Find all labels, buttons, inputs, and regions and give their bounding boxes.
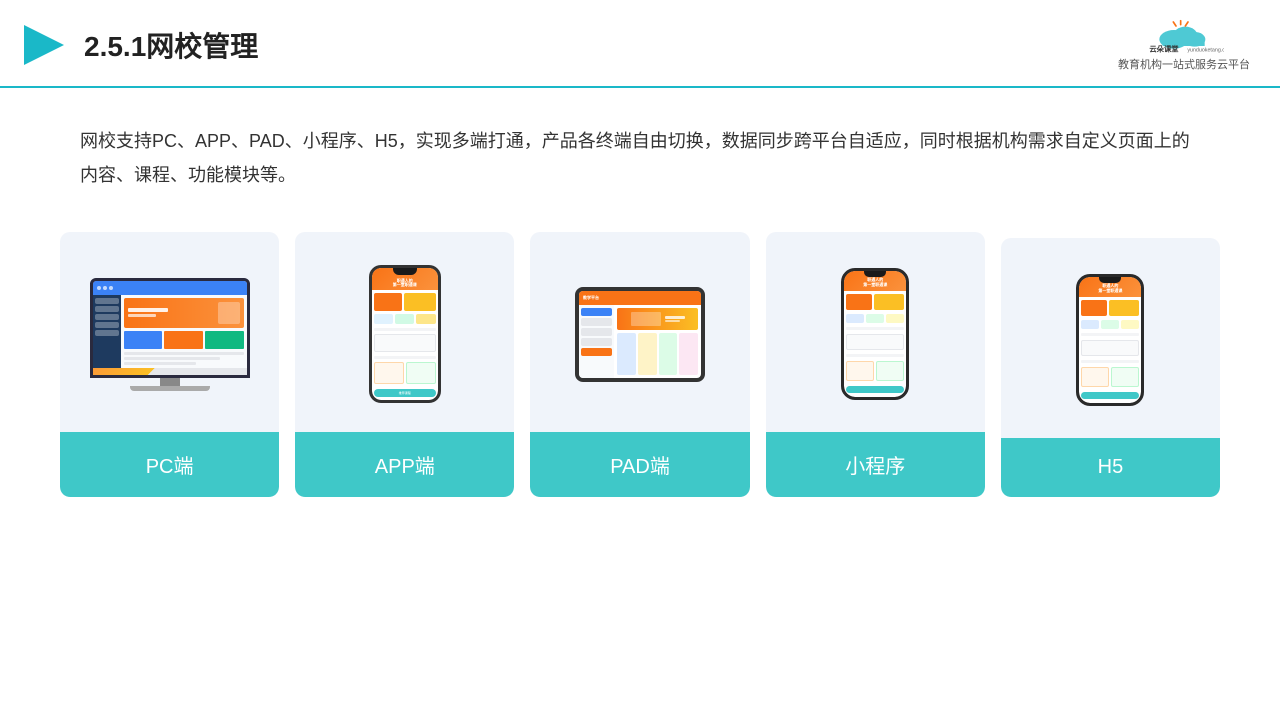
pc-image-area xyxy=(60,232,279,432)
phone-notch xyxy=(393,268,417,275)
device-cards-container: PC端 职通人的第一堂职通课 xyxy=(0,212,1280,527)
mini-phone-outer-2: 职通人的第一堂职通课 xyxy=(1076,274,1144,406)
miniprogram-label: 小程序 xyxy=(766,432,985,497)
play-icon xyxy=(20,21,68,69)
app-phone-mockup: 职通人的第一堂职通课 xyxy=(369,265,441,403)
device-card-pc: PC端 xyxy=(60,232,279,497)
logo-area: 云朵课堂 yunduoketang.com 教育机构一站式服务云平台 xyxy=(1118,18,1250,72)
mini-phone-outer-1: 职通人的第一堂职通课 xyxy=(841,268,909,400)
pad-image-area: 教学平台 xyxy=(530,232,749,432)
logo-subtitle: 教育机构一站式服务云平台 xyxy=(1118,56,1250,72)
app-image-area: 职通人的第一堂职通课 xyxy=(295,232,514,432)
h5-image-area: 职通人的第一堂职通课 xyxy=(1001,238,1220,438)
description-text: 网校支持PC、APP、PAD、小程序、H5，实现多端打通，产品各终端自由切换，数… xyxy=(80,131,1190,185)
mini-phone-notch-1 xyxy=(864,271,886,277)
pc-screen xyxy=(90,278,250,378)
header: 2.5.1网校管理 云朵课堂 yunduoketang.com 教育机构一站式服… xyxy=(0,0,1280,88)
pad-screen: 教学平台 xyxy=(579,291,701,378)
header-left: 2.5.1网校管理 xyxy=(20,21,258,69)
device-card-h5: 职通人的第一堂职通课 xyxy=(1001,238,1220,497)
device-card-miniprogram: 职通人的第一堂职通课 xyxy=(766,232,985,497)
miniprogram-phone-mockup: 职通人的第一堂职通课 xyxy=(841,268,909,400)
mini-phone-screen-1: 职通人的第一堂职通课 xyxy=(844,271,906,397)
miniprogram-image-area: 职通人的第一堂职通课 xyxy=(766,232,985,432)
pad-label: PAD端 xyxy=(530,432,749,497)
app-phone-screen: 职通人的第一堂职通课 xyxy=(372,268,438,400)
mini-phone-screen-2: 职通人的第一堂职通课 xyxy=(1079,277,1141,403)
page-title: 2.5.1网校管理 xyxy=(84,25,258,65)
device-card-app: 职通人的第一堂职通课 xyxy=(295,232,514,497)
mini-phone-notch-2 xyxy=(1099,277,1121,283)
h5-phone-mockup: 职通人的第一堂职通课 xyxy=(1076,274,1144,406)
pc-label: PC端 xyxy=(60,432,279,497)
description: 网校支持PC、APP、PAD、小程序、H5，实现多端打通，产品各终端自由切换，数… xyxy=(0,88,1280,212)
pad-mockup: 教学平台 xyxy=(575,287,705,382)
svg-text:yunduoketang.com: yunduoketang.com xyxy=(1187,47,1224,53)
h5-label: H5 xyxy=(1001,438,1220,497)
app-label: APP端 xyxy=(295,432,514,497)
device-card-pad: 教学平台 xyxy=(530,232,749,497)
app-phone-outer: 职通人的第一堂职通课 xyxy=(369,265,441,403)
svg-text:云朵课堂: 云朵课堂 xyxy=(1149,44,1179,53)
pc-mockup xyxy=(90,278,250,391)
pad-outer: 教学平台 xyxy=(575,287,705,382)
logo-icon: 云朵课堂 yunduoketang.com xyxy=(1144,18,1224,54)
